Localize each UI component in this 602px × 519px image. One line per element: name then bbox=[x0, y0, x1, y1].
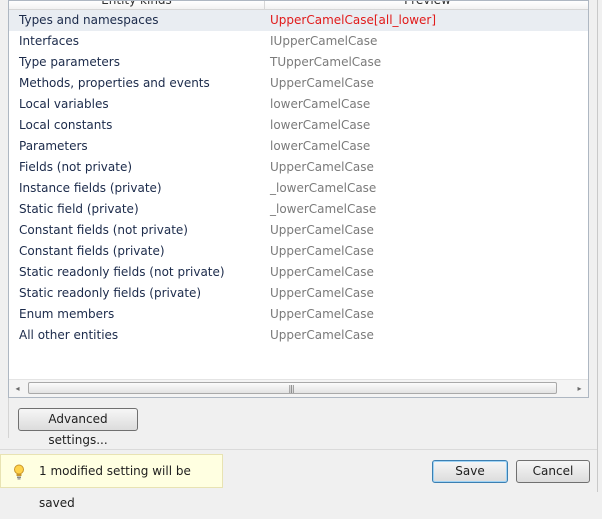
entity-kinds-grid[interactable]: Entity kinds Preview Types and namespace… bbox=[8, 0, 589, 398]
entity-kind-cell: Methods, properties and events bbox=[19, 76, 210, 90]
preview-cell: lowerCamelCase bbox=[270, 97, 371, 111]
preview-cell: UpperCamelCase bbox=[270, 160, 374, 174]
table-row[interactable]: Type parameters TUpperCamelCase bbox=[9, 52, 588, 73]
footer-separator bbox=[0, 449, 597, 450]
scroll-left-arrow-icon[interactable]: ◂ bbox=[9, 380, 26, 397]
table-row[interactable]: Constant fields (not private) UpperCamelC… bbox=[9, 220, 588, 241]
table-row[interactable]: Constant fields (private) UpperCamelCase bbox=[9, 241, 588, 262]
table-row[interactable]: Methods, properties and events UpperCamel… bbox=[9, 73, 588, 94]
save-button[interactable]: Save bbox=[432, 460, 508, 483]
cancel-button[interactable]: Cancel bbox=[516, 460, 590, 483]
entity-kind-cell: Type parameters bbox=[19, 55, 120, 69]
table-row[interactable]: Instance fields (private) _lowerCamelCase bbox=[9, 178, 588, 199]
right-panel-edge bbox=[597, 0, 602, 492]
table-row[interactable]: Static field (private) _lowerCamelCase bbox=[9, 199, 588, 220]
preview-cell: UpperCamelCase bbox=[270, 286, 374, 300]
table-row[interactable]: Static readonly fields (not private) Uppe… bbox=[9, 262, 588, 283]
entity-kind-cell: Local constants bbox=[19, 118, 113, 132]
preview-cell: UpperCamelCase bbox=[270, 307, 374, 321]
table-row[interactable]: Parameters lowerCamelCase bbox=[9, 136, 588, 157]
horizontal-scrollbar[interactable]: ◂ ||| ▸ bbox=[9, 379, 588, 397]
advanced-settings-button[interactable]: Advanced settings... bbox=[18, 408, 138, 447]
grid-rows: Types and namespaces UpperCamelCase[all_l… bbox=[9, 10, 588, 346]
preview-cell: lowerCamelCase bbox=[270, 118, 371, 132]
scroll-right-arrow-icon[interactable]: ▸ bbox=[571, 380, 588, 397]
table-row[interactable]: Local constants lowerCamelCase bbox=[9, 115, 588, 136]
table-row[interactable]: Enum members UpperCamelCase bbox=[9, 304, 588, 325]
entity-kind-cell: Interfaces bbox=[19, 34, 79, 48]
preview-cell: lowerCamelCase bbox=[270, 139, 371, 153]
lightbulb-icon bbox=[14, 464, 24, 480]
preview-cell: UpperCamelCase bbox=[270, 76, 374, 90]
column-header-entity-kinds[interactable]: Entity kinds bbox=[9, 1, 264, 9]
grip-icon: ||| bbox=[288, 384, 295, 393]
preview-cell: UpperCamelCase bbox=[270, 244, 374, 258]
entity-kind-cell: Parameters bbox=[19, 139, 88, 153]
preview-cell: _lowerCamelCase bbox=[270, 202, 377, 216]
entity-kind-cell: Static readonly fields (not private) bbox=[19, 265, 225, 279]
preview-cell: _lowerCamelCase bbox=[270, 181, 377, 195]
table-row[interactable]: Local variables lowerCamelCase bbox=[9, 94, 588, 115]
entity-kind-cell: Types and namespaces bbox=[19, 13, 159, 27]
entity-kind-cell: Enum members bbox=[19, 307, 115, 321]
preview-cell: UpperCamelCase bbox=[270, 328, 374, 342]
notice-text: 1 modified setting will be saved bbox=[39, 464, 191, 510]
entity-kind-cell: Local variables bbox=[19, 97, 109, 111]
table-row[interactable]: Static readonly fields (private) UpperCam… bbox=[9, 283, 588, 304]
preview-cell: IUpperCamelCase bbox=[270, 34, 378, 48]
table-row[interactable]: Types and namespaces UpperCamelCase[all_l… bbox=[9, 10, 588, 31]
scrollbar-thumb[interactable]: ||| bbox=[28, 382, 557, 394]
column-header-preview[interactable]: Preview bbox=[265, 1, 588, 9]
entity-kind-cell: Static field (private) bbox=[19, 202, 139, 216]
table-row[interactable]: Fields (not private) UpperCamelCase bbox=[9, 157, 588, 178]
grid-header: Entity kinds Preview bbox=[9, 1, 588, 10]
entity-kind-cell: All other entities bbox=[19, 328, 119, 342]
preview-cell: UpperCamelCase[all_lower] bbox=[270, 13, 437, 27]
entity-kind-cell: Static readonly fields (private) bbox=[19, 286, 202, 300]
entity-kind-cell: Fields (not private) bbox=[19, 160, 133, 174]
preview-cell: UpperCamelCase bbox=[270, 265, 374, 279]
table-row[interactable]: All other entities UpperCamelCase bbox=[9, 325, 588, 346]
preview-cell: UpperCamelCase bbox=[270, 223, 374, 237]
entity-kind-cell: Instance fields (private) bbox=[19, 181, 162, 195]
entity-kind-cell: Constant fields (not private) bbox=[19, 223, 188, 237]
modified-settings-notice: 1 modified setting will be saved bbox=[0, 454, 223, 510]
table-row[interactable]: Interfaces IUpperCamelCase bbox=[9, 31, 588, 52]
entity-kind-cell: Constant fields (private) bbox=[19, 244, 165, 258]
preview-cell: TUpperCamelCase bbox=[270, 55, 382, 69]
